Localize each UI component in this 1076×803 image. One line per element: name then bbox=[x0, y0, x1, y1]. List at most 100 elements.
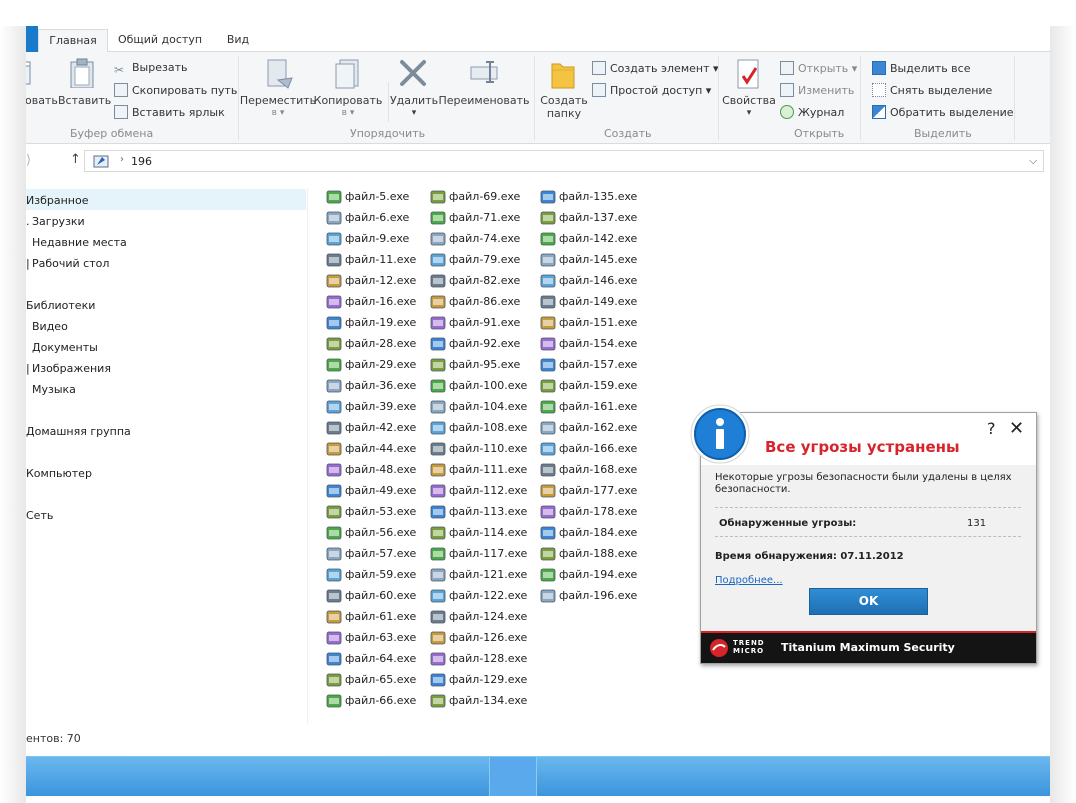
move-to-icon bbox=[266, 58, 294, 90]
file-name: файл-57.exe bbox=[345, 547, 417, 560]
copy-path-icon bbox=[114, 83, 128, 97]
exe-file-icon bbox=[540, 210, 556, 226]
copy-path-button[interactable]: Скопировать путь bbox=[114, 83, 237, 98]
select-none-label: Снять выделение bbox=[890, 84, 993, 97]
nav-desktop[interactable]: Рабочий стол bbox=[32, 257, 109, 270]
exe-file-icon bbox=[540, 546, 556, 562]
exe-file-icon bbox=[430, 630, 446, 646]
file-name: файл-110.exe bbox=[449, 442, 528, 455]
open-icon bbox=[780, 61, 794, 75]
copy-to-button[interactable]: Копировать в ▾ bbox=[310, 94, 386, 120]
nav-network[interactable]: Сеть bbox=[26, 509, 53, 522]
file-name: файл-104.exe bbox=[449, 400, 528, 413]
nav-downloads-bullet: . bbox=[26, 215, 30, 228]
paste-icon bbox=[70, 58, 96, 89]
move-to-button[interactable]: Переместить в ▾ bbox=[238, 94, 318, 120]
edit-button[interactable]: Изменить bbox=[780, 83, 854, 98]
copy-button[interactable]: ровать bbox=[26, 94, 58, 107]
exe-file-icon bbox=[430, 252, 446, 268]
trend-micro-logo bbox=[709, 638, 729, 658]
exe-file-icon bbox=[326, 504, 342, 520]
file-name: файл-19.exe bbox=[345, 316, 417, 329]
close-button[interactable]: ✕ bbox=[1009, 418, 1024, 439]
file-name: файл-36.exe bbox=[345, 379, 417, 392]
exe-file-icon bbox=[540, 588, 556, 604]
properties-icon bbox=[736, 58, 762, 90]
properties-button[interactable]: Свойства ▾ bbox=[720, 94, 778, 120]
nav-homegroup[interactable]: Домашняя группа bbox=[26, 425, 131, 438]
file-name: файл-65.exe bbox=[345, 673, 417, 686]
help-button[interactable]: ? bbox=[987, 419, 996, 438]
easy-access-button[interactable]: Простой доступ ▾ bbox=[592, 83, 711, 98]
forward-button[interactable]: ⟩ bbox=[26, 153, 31, 168]
nav-videos[interactable]: Видео bbox=[32, 320, 68, 333]
file-tab[interactable] bbox=[26, 26, 38, 52]
taskbar-explorer-button[interactable] bbox=[489, 757, 537, 796]
paste-shortcut-button[interactable]: Вставить ярлык bbox=[114, 105, 225, 120]
new-item-label: Создать элемент ▾ bbox=[610, 62, 719, 75]
new-item-button[interactable]: Создать элемент ▾ bbox=[592, 61, 719, 76]
nav-documents[interactable]: Документы bbox=[32, 341, 98, 354]
exe-file-icon bbox=[430, 210, 446, 226]
file-name: файл-60.exe bbox=[345, 589, 417, 602]
new-folder-button[interactable]: Создать папку bbox=[538, 94, 590, 120]
ribbon-separator bbox=[1014, 56, 1015, 140]
ok-button[interactable]: OK bbox=[809, 588, 928, 615]
exe-file-icon bbox=[540, 525, 556, 541]
invert-selection-label: Обратить выделение bbox=[890, 106, 1014, 119]
location-icon bbox=[93, 154, 109, 168]
file-name: файл-137.exe bbox=[559, 211, 638, 224]
exe-file-icon bbox=[430, 651, 446, 667]
nav-recent-places[interactable]: Недавние места bbox=[32, 236, 127, 249]
file-name: файл-82.exe bbox=[449, 274, 521, 287]
nav-favorites[interactable]: Избранное bbox=[26, 194, 88, 207]
nav-computer[interactable]: Компьютер bbox=[26, 467, 92, 480]
file-name: файл-114.exe bbox=[449, 526, 528, 539]
exe-file-icon bbox=[540, 441, 556, 457]
select-none-button[interactable]: Снять выделение bbox=[872, 83, 992, 98]
exe-file-icon bbox=[326, 294, 342, 310]
up-button[interactable]: ↑ bbox=[70, 152, 81, 167]
exe-file-icon bbox=[430, 336, 446, 352]
nav-music[interactable]: Музыка bbox=[32, 383, 76, 396]
file-name: файл-129.exe bbox=[449, 673, 528, 686]
file-name: файл-117.exe bbox=[449, 547, 528, 560]
nav-downloads[interactable]: Загрузки bbox=[32, 215, 85, 228]
threats-count: 131 bbox=[967, 518, 987, 529]
exe-file-icon bbox=[326, 483, 342, 499]
select-all-button[interactable]: Выделить все bbox=[872, 61, 970, 76]
copy-icon bbox=[26, 60, 34, 88]
edit-icon bbox=[780, 83, 794, 97]
exe-file-icon bbox=[430, 189, 446, 205]
exe-file-icon bbox=[326, 189, 342, 205]
nav-pictures[interactable]: Изображения bbox=[32, 362, 111, 375]
delete-suffix: ▾ bbox=[411, 108, 417, 118]
address-dropdown-icon[interactable]: ⌵ bbox=[1029, 154, 1037, 168]
properties-suffix: ▾ bbox=[746, 108, 752, 118]
file-name: файл-111.exe bbox=[449, 463, 528, 476]
exe-file-icon bbox=[540, 567, 556, 583]
exe-file-icon bbox=[540, 399, 556, 415]
new-item-icon bbox=[592, 61, 606, 75]
history-button[interactable]: Журнал bbox=[780, 105, 844, 120]
tab-view[interactable]: Вид bbox=[214, 29, 262, 52]
address-bar[interactable]: › 196 ⌵ bbox=[84, 150, 1044, 172]
file-name: файл-128.exe bbox=[449, 652, 528, 665]
exe-file-icon bbox=[430, 672, 446, 688]
invert-selection-button[interactable]: Обратить выделение bbox=[872, 105, 1014, 120]
file-name: файл-122.exe bbox=[449, 589, 528, 602]
tab-home[interactable]: Главная bbox=[38, 29, 108, 52]
nav-libraries[interactable]: Библиотеки bbox=[26, 299, 95, 312]
trend-micro-wordmark-line1: TREND bbox=[733, 639, 765, 647]
breadcrumb-folder-196[interactable]: 196 bbox=[131, 155, 152, 168]
status-item-count: ентов: 70 bbox=[26, 732, 81, 745]
cut-button[interactable]: ✂ Вырезать bbox=[114, 61, 187, 78]
rename-button[interactable]: Переименовать bbox=[438, 94, 530, 107]
new-folder-label-2: папку bbox=[546, 107, 582, 120]
delete-button[interactable]: Удалить ▾ bbox=[388, 94, 440, 120]
tab-share[interactable]: Общий доступ bbox=[112, 29, 208, 52]
open-button[interactable]: Открыть ▾ bbox=[780, 61, 857, 76]
detection-time: Время обнаружения: 07.11.2012 bbox=[715, 551, 904, 562]
paste-button[interactable]: Вставить bbox=[58, 94, 111, 107]
more-details-link[interactable]: Подробнее... bbox=[715, 575, 783, 586]
